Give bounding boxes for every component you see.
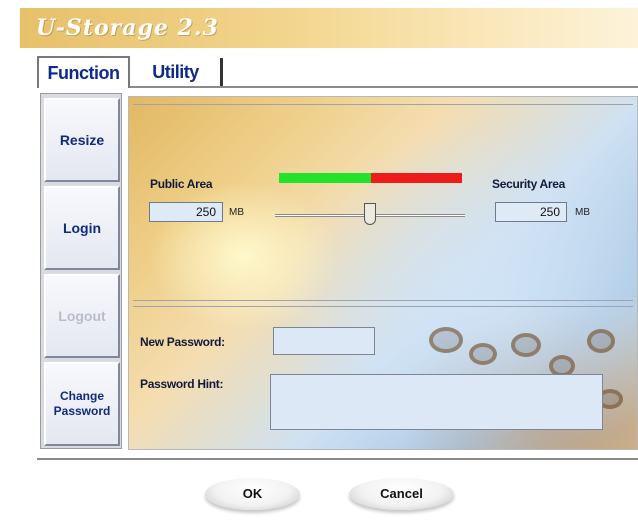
- tab-strip-divider: [129, 86, 638, 88]
- partition-slider-thumb[interactable]: [364, 203, 376, 225]
- security-area-unit: MB: [575, 207, 590, 218]
- function-panel: Public Area 250 MB Security Area 250 MB …: [128, 96, 638, 450]
- title-bar: U-Storage 2.3: [20, 8, 638, 48]
- ok-button[interactable]: OK: [205, 478, 300, 510]
- footer-divider: [37, 458, 638, 460]
- change-password-button[interactable]: Change Password: [44, 362, 120, 446]
- logout-button[interactable]: Logout: [44, 274, 120, 358]
- panel-divider: [133, 306, 633, 307]
- partition-ratio-bar: [279, 173, 462, 183]
- public-area-fill: [279, 173, 371, 183]
- security-area-label: Security Area: [492, 177, 566, 191]
- background-pattern: [511, 333, 541, 357]
- new-password-input[interactable]: [273, 327, 375, 355]
- public-area-label: Public Area: [150, 177, 213, 191]
- security-area-size-input[interactable]: 250: [495, 202, 567, 222]
- background-pattern: [469, 343, 497, 365]
- app-title: U-Storage 2.3: [36, 15, 219, 41]
- background-pattern: [587, 329, 615, 353]
- password-hint-input[interactable]: [270, 374, 603, 430]
- public-area-size-input[interactable]: 250: [149, 202, 223, 222]
- panel-divider: [133, 300, 633, 301]
- login-button[interactable]: Login: [44, 186, 120, 270]
- tab-function[interactable]: Function: [37, 56, 130, 88]
- password-hint-label: Password Hint:: [140, 377, 224, 391]
- security-area-fill: [371, 173, 462, 183]
- sidebar: Resize Login Logout Change Password: [40, 93, 122, 449]
- panel-divider: [133, 104, 633, 105]
- resize-button[interactable]: Resize: [44, 98, 120, 182]
- background-pattern: [429, 327, 463, 353]
- tab-utility[interactable]: Utility: [131, 58, 223, 86]
- cancel-button[interactable]: Cancel: [349, 478, 454, 510]
- public-area-unit: MB: [229, 207, 244, 218]
- new-password-label: New Password:: [140, 335, 225, 349]
